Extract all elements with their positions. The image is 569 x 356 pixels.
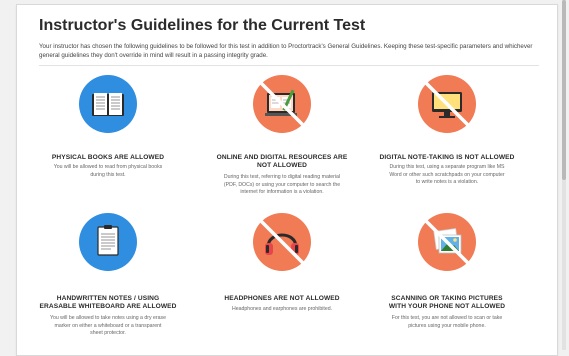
page-title: Instructor's Guidelines for the Current … [39, 17, 366, 34]
monitor-icon [418, 75, 476, 133]
guideline-scanning-pictures: SCANNING OR TAKING PICTURES WITH YOUR PH… [372, 213, 522, 353]
guideline-physical-books: PHYSICAL BOOKS ARE ALLOWED You will be a… [33, 75, 183, 195]
page-scrollbar[interactable] [562, 0, 566, 350]
headphones-icon [253, 213, 311, 271]
book-icon [79, 75, 137, 133]
guideline-description: During this test, referring to digital r… [223, 174, 341, 195]
guideline-digital-resources: ONLINE AND DIGITAL RESOURCES ARE NOT ALL… [207, 75, 357, 205]
guideline-description: During this test, using a separate progr… [389, 164, 505, 185]
guideline-title: ONLINE AND DIGITAL RESOURCES ARE NOT ALL… [216, 154, 348, 169]
guideline-title: DIGITAL NOTE-TAKING IS NOT ALLOWED [379, 154, 515, 161]
camera-photo-icon [418, 213, 476, 271]
guideline-title: HEADPHONES ARE NOT ALLOWED [224, 295, 340, 302]
guideline-title: PHYSICAL BOOKS ARE ALLOWED [51, 154, 165, 161]
divider [39, 65, 539, 66]
intro-text: Your instructor has chosen the following… [39, 43, 533, 59]
guideline-handwritten-notes: HANDWRITTEN NOTES / USING ERASABLE WHITE… [33, 213, 183, 353]
guideline-description: For this test, you are not allowed to sc… [391, 315, 503, 329]
guideline-description: Headphones and earphones are prohibited. [231, 306, 333, 312]
guidelines-card: Instructor's Guidelines for the Current … [16, 4, 558, 356]
notepad-icon [79, 213, 137, 271]
digital-resources-icon [253, 75, 311, 133]
guideline-digital-note-taking: DIGITAL NOTE-TAKING IS NOT ALLOWED Durin… [372, 75, 522, 205]
guideline-title: HANDWRITTEN NOTES / USING ERASABLE WHITE… [39, 295, 177, 310]
guideline-description: You will be allowed to take notes using … [49, 315, 167, 336]
scrollbar-thumb[interactable] [562, 0, 566, 180]
guideline-headphones: HEADPHONES ARE NOT ALLOWED Headphones an… [207, 213, 357, 333]
guideline-description: You will be allowed to read from physica… [53, 164, 163, 178]
guideline-title: SCANNING OR TAKING PICTURES WITH YOUR PH… [388, 295, 506, 310]
